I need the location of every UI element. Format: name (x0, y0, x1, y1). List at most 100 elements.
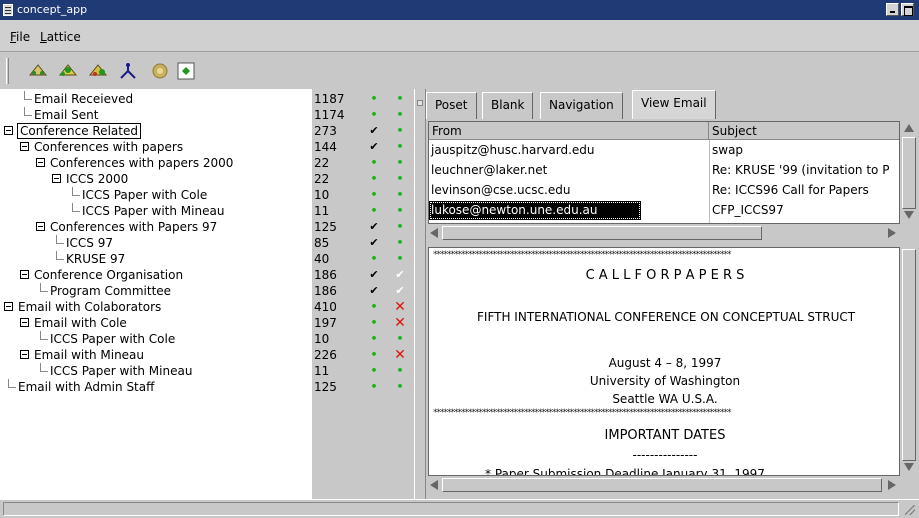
tree-item[interactable]: Conferences with papers 2000 (50, 155, 233, 171)
dot-icon[interactable]: • (368, 107, 380, 123)
pane-splitter[interactable] (414, 89, 426, 499)
title-bar[interactable]: concept_app (0, 0, 919, 20)
dot-icon[interactable]: • (368, 251, 380, 267)
scroll-up-icon[interactable] (904, 124, 914, 132)
cross-icon[interactable]: ✕ (394, 347, 406, 363)
collapse-icon[interactable] (20, 142, 29, 151)
email-subject-cell[interactable]: CFP_ICCS97 (710, 201, 899, 220)
scroll-right-icon[interactable] (888, 228, 896, 238)
tree-item[interactable]: ICCS 2000 (66, 171, 128, 187)
tree-item[interactable]: Conference Organisation (34, 267, 183, 283)
collapse-icon[interactable] (4, 126, 13, 135)
email-from-cell[interactable]: lukose@newton.une.edu.au (429, 201, 641, 220)
dot-icon[interactable]: • (394, 155, 406, 171)
collapse-icon[interactable] (36, 158, 45, 167)
collapse-icon[interactable] (20, 350, 29, 359)
dot-icon[interactable]: • (394, 235, 406, 251)
maximize-button[interactable] (901, 3, 914, 16)
check-icon[interactable]: ✔ (368, 235, 380, 251)
tree-item[interactable]: Email Receieved (34, 91, 133, 107)
scroll-thumb[interactable] (442, 226, 762, 240)
email-body-vscroll[interactable] (901, 247, 917, 476)
cross-icon[interactable]: ✕ (394, 299, 406, 315)
minimize-button[interactable] (886, 3, 899, 16)
collapse-icon[interactable] (20, 270, 29, 279)
tree-item[interactable]: ICCS 97 (66, 235, 113, 251)
splitter-knob[interactable] (417, 100, 423, 106)
tree-item[interactable]: ICCS Paper with Cole (82, 187, 207, 203)
tree-item[interactable]: Email with Admin Staff (18, 379, 154, 395)
tree-item[interactable]: Program Committee (50, 283, 171, 299)
dot-icon[interactable]: • (368, 171, 380, 187)
dot-icon[interactable]: • (368, 379, 380, 395)
scroll-thumb[interactable] (902, 249, 916, 461)
dot-icon[interactable]: • (368, 155, 380, 171)
lattice-icon-3[interactable] (88, 61, 108, 81)
window-menu-icon[interactable] (3, 4, 13, 16)
tree-item[interactable]: Email with Colaborators (18, 299, 161, 315)
tree-item[interactable]: ICCS Paper with Mineau (50, 363, 192, 379)
dot-icon[interactable]: • (394, 219, 406, 235)
dot-icon[interactable]: • (368, 363, 380, 379)
dot-icon[interactable]: • (394, 203, 406, 219)
dot-icon[interactable]: • (368, 299, 380, 315)
dot-icon[interactable]: • (394, 107, 406, 123)
dot-icon[interactable]: • (368, 203, 380, 219)
column-header-subject[interactable]: Subject (709, 122, 899, 140)
check-icon[interactable]: ✔ (368, 283, 380, 299)
tree-item[interactable]: Email with Mineau (34, 347, 144, 363)
scroll-left-icon[interactable] (430, 228, 438, 238)
dot-icon[interactable]: • (394, 363, 406, 379)
collapse-icon[interactable] (36, 222, 45, 231)
email-body-hscroll[interactable] (428, 477, 900, 493)
diamond-icon[interactable] (176, 61, 196, 81)
tree-item[interactable]: Email Sent (34, 107, 98, 123)
check-icon[interactable]: ✔ (394, 283, 406, 299)
email-body-view[interactable]: ****************************************… (428, 247, 900, 476)
tab-poset[interactable]: Poset (426, 92, 477, 119)
tree-item[interactable]: Email with Cole (34, 315, 127, 331)
collapse-icon[interactable] (20, 318, 29, 327)
dot-icon[interactable]: • (394, 331, 406, 347)
email-from-cell[interactable]: levinson@cse.ucsc.edu (429, 181, 708, 200)
dot-icon[interactable]: • (368, 315, 380, 331)
tree-item[interactable]: Conferences with Papers 97 (50, 219, 217, 235)
dot-icon[interactable]: • (394, 171, 406, 187)
scroll-down-icon[interactable] (904, 463, 914, 471)
scroll-thumb[interactable] (902, 137, 916, 209)
email-list-vscroll[interactable] (901, 121, 917, 224)
scroll-down-icon[interactable] (904, 211, 914, 219)
tab-navigation[interactable]: Navigation (540, 92, 623, 119)
dot-icon[interactable]: • (394, 123, 406, 139)
cross-icon[interactable]: ✕ (394, 315, 406, 331)
graph-icon[interactable] (118, 61, 138, 81)
dot-icon[interactable]: • (368, 187, 380, 203)
email-subject-cell[interactable]: Re: ICCS96 Call for Papers (710, 181, 899, 200)
resize-grip-icon[interactable] (905, 505, 915, 515)
dot-icon[interactable]: • (394, 91, 406, 107)
menu-file[interactable]: File (10, 30, 30, 44)
check-icon[interactable]: ✔ (368, 267, 380, 283)
email-from-cell[interactable]: jauspitz@husc.harvard.edu (429, 141, 708, 160)
email-list-hscroll[interactable] (428, 225, 900, 241)
dot-icon[interactable]: • (368, 331, 380, 347)
toolbar-grip[interactable] (6, 58, 9, 84)
email-subject-cell[interactable]: swap (710, 141, 899, 160)
lattice-icon-2[interactable] (58, 61, 78, 81)
scroll-right-icon[interactable] (888, 480, 896, 490)
tab-blank[interactable]: Blank (482, 92, 534, 119)
target-icon[interactable] (150, 61, 170, 81)
check-icon[interactable]: ✔ (394, 267, 406, 283)
scroll-thumb[interactable] (442, 478, 882, 492)
dot-icon[interactable]: • (394, 251, 406, 267)
collapse-icon[interactable] (52, 174, 61, 183)
column-header-from[interactable]: From (429, 122, 709, 140)
dot-icon[interactable]: • (394, 379, 406, 395)
check-icon[interactable]: ✔ (368, 123, 380, 139)
tree-item[interactable]: KRUSE 97 (66, 251, 125, 267)
tree-item[interactable]: ICCS Paper with Cole (50, 331, 175, 347)
tree-item[interactable]: ICCS Paper with Mineau (82, 203, 224, 219)
dot-icon[interactable]: • (394, 139, 406, 155)
dot-icon[interactable]: • (368, 91, 380, 107)
email-from-cell[interactable]: leuchner@laker.net (429, 161, 708, 180)
